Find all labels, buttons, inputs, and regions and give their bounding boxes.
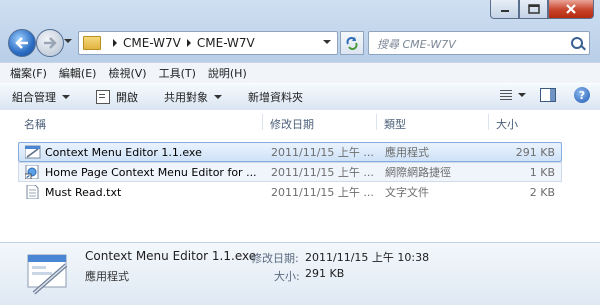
back-arrow-icon xyxy=(15,37,28,49)
open-icon xyxy=(96,90,110,104)
dropdown-arrow-icon xyxy=(214,95,222,99)
column-header-size[interactable]: 大小 xyxy=(496,116,518,132)
file-date: 2011/11/15 上午 ... xyxy=(271,146,374,159)
search-placeholder: 搜尋 CME-W7V xyxy=(377,38,456,51)
recent-pages-dropdown[interactable] xyxy=(64,39,72,43)
explorer-window: CME-W7V CME-W7V 搜尋 CME-W7V 檔案(F) 編輯(E) 檢… xyxy=(0,0,600,305)
views-dropdown-icon[interactable] xyxy=(518,93,526,97)
minimize-icon xyxy=(500,10,509,12)
maximize-icon xyxy=(527,4,540,14)
new-folder-label: 新增資料夾 xyxy=(248,91,303,104)
folder-icon xyxy=(83,36,101,50)
new-folder-button[interactable]: 新增資料夾 xyxy=(248,89,303,105)
menu-help[interactable]: 說明(H) xyxy=(208,65,247,81)
navigation-bar: CME-W7V CME-W7V 搜尋 CME-W7V xyxy=(6,28,594,58)
exe-icon xyxy=(25,145,41,159)
column-header-name[interactable]: 名稱 xyxy=(24,116,46,132)
menu-view[interactable]: 檢視(V) xyxy=(108,65,146,81)
view-controls: ? xyxy=(500,87,590,103)
breadcrumb-chevron-icon[interactable] xyxy=(113,39,117,47)
breadcrumb-item[interactable]: CME-W7V xyxy=(197,36,255,50)
file-list: 名稱 修改日期 類型 大小 Context Menu Editor 1.1.ex… xyxy=(0,110,600,242)
details-size-value: 291 KB xyxy=(305,267,345,280)
file-name: Context Menu Editor 1.1.exe xyxy=(45,145,202,159)
caption-buttons xyxy=(490,0,594,22)
details-file-type: 應用程式 xyxy=(85,270,129,283)
details-size-label: 大小: xyxy=(274,270,300,283)
file-type: 文字文件 xyxy=(385,186,429,199)
column-divider[interactable] xyxy=(488,114,489,130)
command-bar: 組合管理 開啟 共用對象 新增資料夾 ? xyxy=(0,83,600,111)
search-icon[interactable] xyxy=(571,37,583,49)
share-button[interactable]: 共用對象 xyxy=(164,89,222,105)
menu-tools[interactable]: 工具(T) xyxy=(159,65,196,81)
back-button[interactable] xyxy=(8,29,36,57)
file-date: 2011/11/15 上午 ... xyxy=(271,186,374,199)
file-type: 網際網路捷徑 xyxy=(385,166,451,179)
maximize-button[interactable] xyxy=(519,0,548,19)
search-box[interactable]: 搜尋 CME-W7V xyxy=(368,31,590,55)
file-date: 2011/11/15 上午 ... xyxy=(271,166,374,179)
menu-edit[interactable]: 編輯(E) xyxy=(59,65,97,81)
column-headers: 名稱 修改日期 類型 大小 xyxy=(0,110,600,134)
address-bar[interactable]: CME-W7V CME-W7V xyxy=(78,31,338,55)
file-row[interactable]: Home Page Context Menu Editor for ... 20… xyxy=(18,162,562,182)
file-name: Home Page Context Menu Editor for ... xyxy=(45,165,257,179)
file-name: Must Read.txt xyxy=(45,185,122,199)
file-size: 2 KB xyxy=(529,185,555,199)
column-header-date[interactable]: 修改日期 xyxy=(270,116,314,132)
organize-button[interactable]: 組合管理 xyxy=(12,89,70,105)
forward-arrow-icon xyxy=(44,37,57,49)
organize-label: 組合管理 xyxy=(12,91,56,104)
file-row[interactable]: Context Menu Editor 1.1.exe 2011/11/15 上… xyxy=(18,142,562,162)
url-shortcut-icon xyxy=(25,165,39,179)
refresh-icon xyxy=(346,37,358,50)
details-file-name: Context Menu Editor 1.1.exe xyxy=(85,249,257,263)
file-type: 應用程式 xyxy=(385,146,429,159)
file-size: 1 KB xyxy=(529,165,555,179)
menu-file[interactable]: 檔案(F) xyxy=(10,65,47,81)
views-icon[interactable] xyxy=(500,90,512,100)
file-size: 291 KB xyxy=(515,145,555,159)
forward-button[interactable] xyxy=(36,29,64,57)
details-pane: Context Menu Editor 1.1.exe 應用程式 修改日期: 2… xyxy=(0,242,600,305)
menu-bar: 檔案(F) 編輯(E) 檢視(V) 工具(T) 說明(H) xyxy=(0,62,600,83)
details-date-label: 修改日期: xyxy=(251,252,299,265)
breadcrumb-chevron-icon[interactable] xyxy=(186,39,191,47)
column-header-type[interactable]: 類型 xyxy=(384,116,406,132)
text-file-icon xyxy=(26,185,39,199)
open-label: 開啟 xyxy=(116,91,138,104)
breadcrumb-item[interactable]: CME-W7V xyxy=(123,36,181,50)
dropdown-arrow-icon xyxy=(62,95,70,99)
column-divider[interactable] xyxy=(262,114,263,130)
help-icon[interactable]: ? xyxy=(574,87,590,103)
refresh-button[interactable] xyxy=(340,31,364,55)
exe-large-icon xyxy=(27,254,68,295)
column-divider[interactable] xyxy=(376,114,377,130)
preview-pane-icon[interactable] xyxy=(540,88,556,102)
minimize-button[interactable] xyxy=(490,0,519,19)
details-date-value: 2011/11/15 上午 10:38 xyxy=(305,251,430,264)
open-button[interactable]: 開啟 xyxy=(96,89,138,105)
close-button[interactable] xyxy=(548,0,594,19)
file-row[interactable]: Must Read.txt 2011/11/15 上午 ... 文字文件 2 K… xyxy=(18,182,562,202)
share-label: 共用對象 xyxy=(164,91,208,104)
address-history-dropdown[interactable] xyxy=(323,40,331,44)
close-icon xyxy=(566,4,576,14)
